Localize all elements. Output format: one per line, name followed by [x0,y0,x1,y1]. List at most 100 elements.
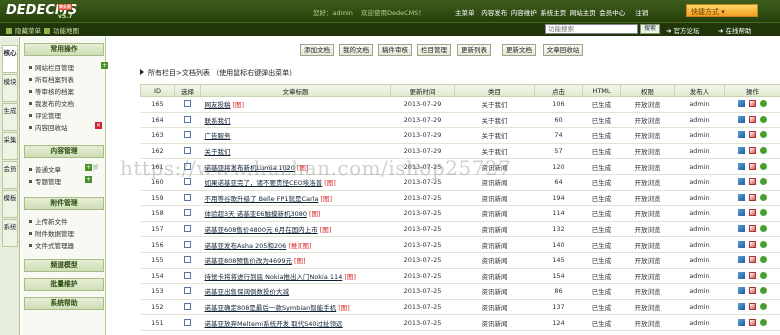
delete-icon[interactable] [749,287,756,295]
table-row[interactable]: 162 关于我们 2013-07-29 关于我们 57 已生成 开放浏览 admin [140,143,780,160]
row-title-link[interactable]: 不用等谷歌升级了 Belle FP1就是Carla [205,195,319,203]
row-select[interactable] [174,112,201,129]
edit-icon[interactable] [738,115,745,123]
row-title-link[interactable]: 网友投稿 [205,101,231,109]
nav-site-home[interactable]: 网站主页 [568,7,598,17]
view-icon[interactable] [760,162,767,170]
view-icon[interactable] [760,256,767,264]
section-attachments[interactable]: 附件管理 [24,197,104,210]
update-docs-button[interactable]: 更新文档 [502,44,536,56]
review-button[interactable]: 稿件审核 [378,44,412,56]
row-category[interactable]: 关于我们 [454,96,535,113]
row-category[interactable]: 资讯新闻 [454,190,535,207]
tab-members[interactable]: 会员 [2,161,18,189]
row-category[interactable]: 资讯新闻 [454,283,535,300]
view-icon[interactable] [760,115,767,123]
edit-icon[interactable] [738,318,745,326]
view-icon[interactable] [760,131,767,139]
view-icon[interactable] [760,318,767,326]
delete-icon[interactable] [749,318,756,326]
tab-templates[interactable]: 模板 [2,190,18,218]
help-link[interactable]: ➜ 在线帮助 [718,25,752,35]
add-document-button[interactable]: 添加文档 [300,44,334,56]
delete-icon[interactable] [749,131,756,139]
row-select[interactable] [174,96,201,113]
table-row[interactable]: 164 联系我们 2013-07-29 关于我们 60 已生成 开放浏览 admin [140,112,780,129]
section-common-ops[interactable]: 常用操作 [24,43,104,56]
row-checkbox[interactable] [184,318,191,326]
row-category[interactable]: 资讯新闻 [454,252,535,269]
table-row[interactable]: 159 不用等谷歌升级了 Belle FP1就是Carla [图] 2013-07-2… [140,190,780,207]
delete-icon[interactable] [749,271,756,279]
function-search-input[interactable] [545,24,638,34]
delete-icon[interactable] [749,225,756,233]
row-select[interactable] [174,143,201,160]
view-icon[interactable] [760,271,767,279]
row-select[interactable] [174,221,201,238]
edit-icon[interactable] [738,303,745,311]
edit-icon[interactable] [738,287,745,295]
hide-menu-link[interactable]: 隐藏菜单 [6,25,41,35]
row-title-link[interactable]: 体验超3天 诺基亚E6触摸新机3080 [205,210,308,218]
row-category[interactable]: 资讯新闻 [454,314,535,331]
delete-icon[interactable] [749,256,756,264]
tab-modules[interactable]: 模块 [2,74,18,102]
view-icon[interactable] [760,209,767,217]
row-title-link[interactable]: 诺基亚发布Asha 205和206 [205,242,287,250]
row-title-link[interactable]: 如果诺基亚完了，诸不要责怪CEO埃洛普 [205,179,323,187]
section-system-help[interactable]: 系统帮助 [24,297,104,310]
row-select[interactable] [174,299,201,316]
menu-all-docs[interactable]: 所有档案列表 [29,74,74,84]
delete-icon[interactable] [749,162,756,170]
section-batch-maintain[interactable]: 批量维护 [24,278,104,291]
view-icon[interactable] [760,193,767,201]
view-icon[interactable] [760,225,767,233]
row-select[interactable] [174,268,201,285]
table-row[interactable]: 151 诺基亚放弃Meltemi系统开发 取代S40过扯领远 2013-07-25 资… [140,314,780,331]
view-icon[interactable] [760,147,767,155]
row-category[interactable]: 关于我们 [454,112,535,129]
row-checkbox[interactable] [184,271,191,279]
my-documents-button[interactable]: 我的文档 [339,44,373,56]
add-icon[interactable]: + [85,176,92,183]
view-icon[interactable] [760,303,767,311]
delete-icon[interactable] [749,100,756,108]
logo[interactable]: DEDECMS 商业版 v5.7 [6,3,77,20]
row-category[interactable]: 资讯新闻 [454,268,535,285]
add-icon[interactable]: + [85,164,92,171]
row-category[interactable]: 资讯新闻 [454,236,535,253]
section-channel-models[interactable]: 频道模型 [24,259,104,272]
row-title-link[interactable]: 诺基亚放弃Meltemi系统开发 取代S40过扯领远 [205,320,343,328]
nav-publish[interactable]: 内容发布 [480,7,510,17]
row-category[interactable]: 关于我们 [454,143,535,160]
menu-recycle-bin[interactable]: 内容回收站 ✕ [29,122,102,132]
row-select[interactable] [174,283,201,300]
nav-system-home[interactable]: 系统主页 [539,7,569,17]
menu-my-docs[interactable]: 我发布的文档 [29,98,74,108]
menu-comments[interactable]: 评论管理 [29,110,61,120]
row-checkbox[interactable] [184,147,191,155]
table-row[interactable]: 155 诺基亚808预售价改为4699元 [图] 2013-07-25 资讯新闻 145 已… [140,252,780,269]
row-title-link[interactable]: 联系我们 [205,117,231,125]
table-row[interactable]: 158 体验超3天 诺基亚E6触摸新机3080 [图] 2013-07-25 资讯新闻 1… [140,205,780,222]
article-recycle-button[interactable]: 文章回收站 [543,44,583,56]
row-checkbox[interactable] [184,287,191,295]
delete-icon[interactable] [749,209,756,217]
delete-icon[interactable] [749,178,756,186]
row-title-link[interactable]: 关于我们 [205,148,231,156]
table-row[interactable]: 153 诺基亚出售保阔倒数投价大减 2013-07-25 资讯新闻 86 已生成 开放浏览 a… [140,283,780,300]
table-row[interactable]: 163 广告服务 2013-07-29 关于我们 74 已生成 开放浏览 admin [140,127,780,144]
row-checkbox[interactable] [184,115,191,123]
row-title-link[interactable]: 诺基亚608售价4800元 6月在国内上市 [205,226,318,234]
edit-icon[interactable] [738,271,745,279]
table-row[interactable]: 161 诺基亚将发布新机Lumia 1020 [图] 2013-07-25 资讯新闻 12… [140,158,780,175]
row-select[interactable] [174,158,201,175]
row-select[interactable] [174,252,201,269]
row-checkbox[interactable] [184,178,191,186]
table-row[interactable]: 154 持觉卡将将进行到底 Nokia推出入门Nokia 114 [图] 2013-0… [140,268,780,285]
row-select[interactable] [174,236,201,253]
nav-member-center[interactable]: 会员中心 [598,7,628,17]
row-category[interactable]: 资讯新闻 [454,299,535,316]
edit-icon[interactable] [738,240,745,248]
row-category[interactable]: 资讯新闻 [454,174,535,191]
